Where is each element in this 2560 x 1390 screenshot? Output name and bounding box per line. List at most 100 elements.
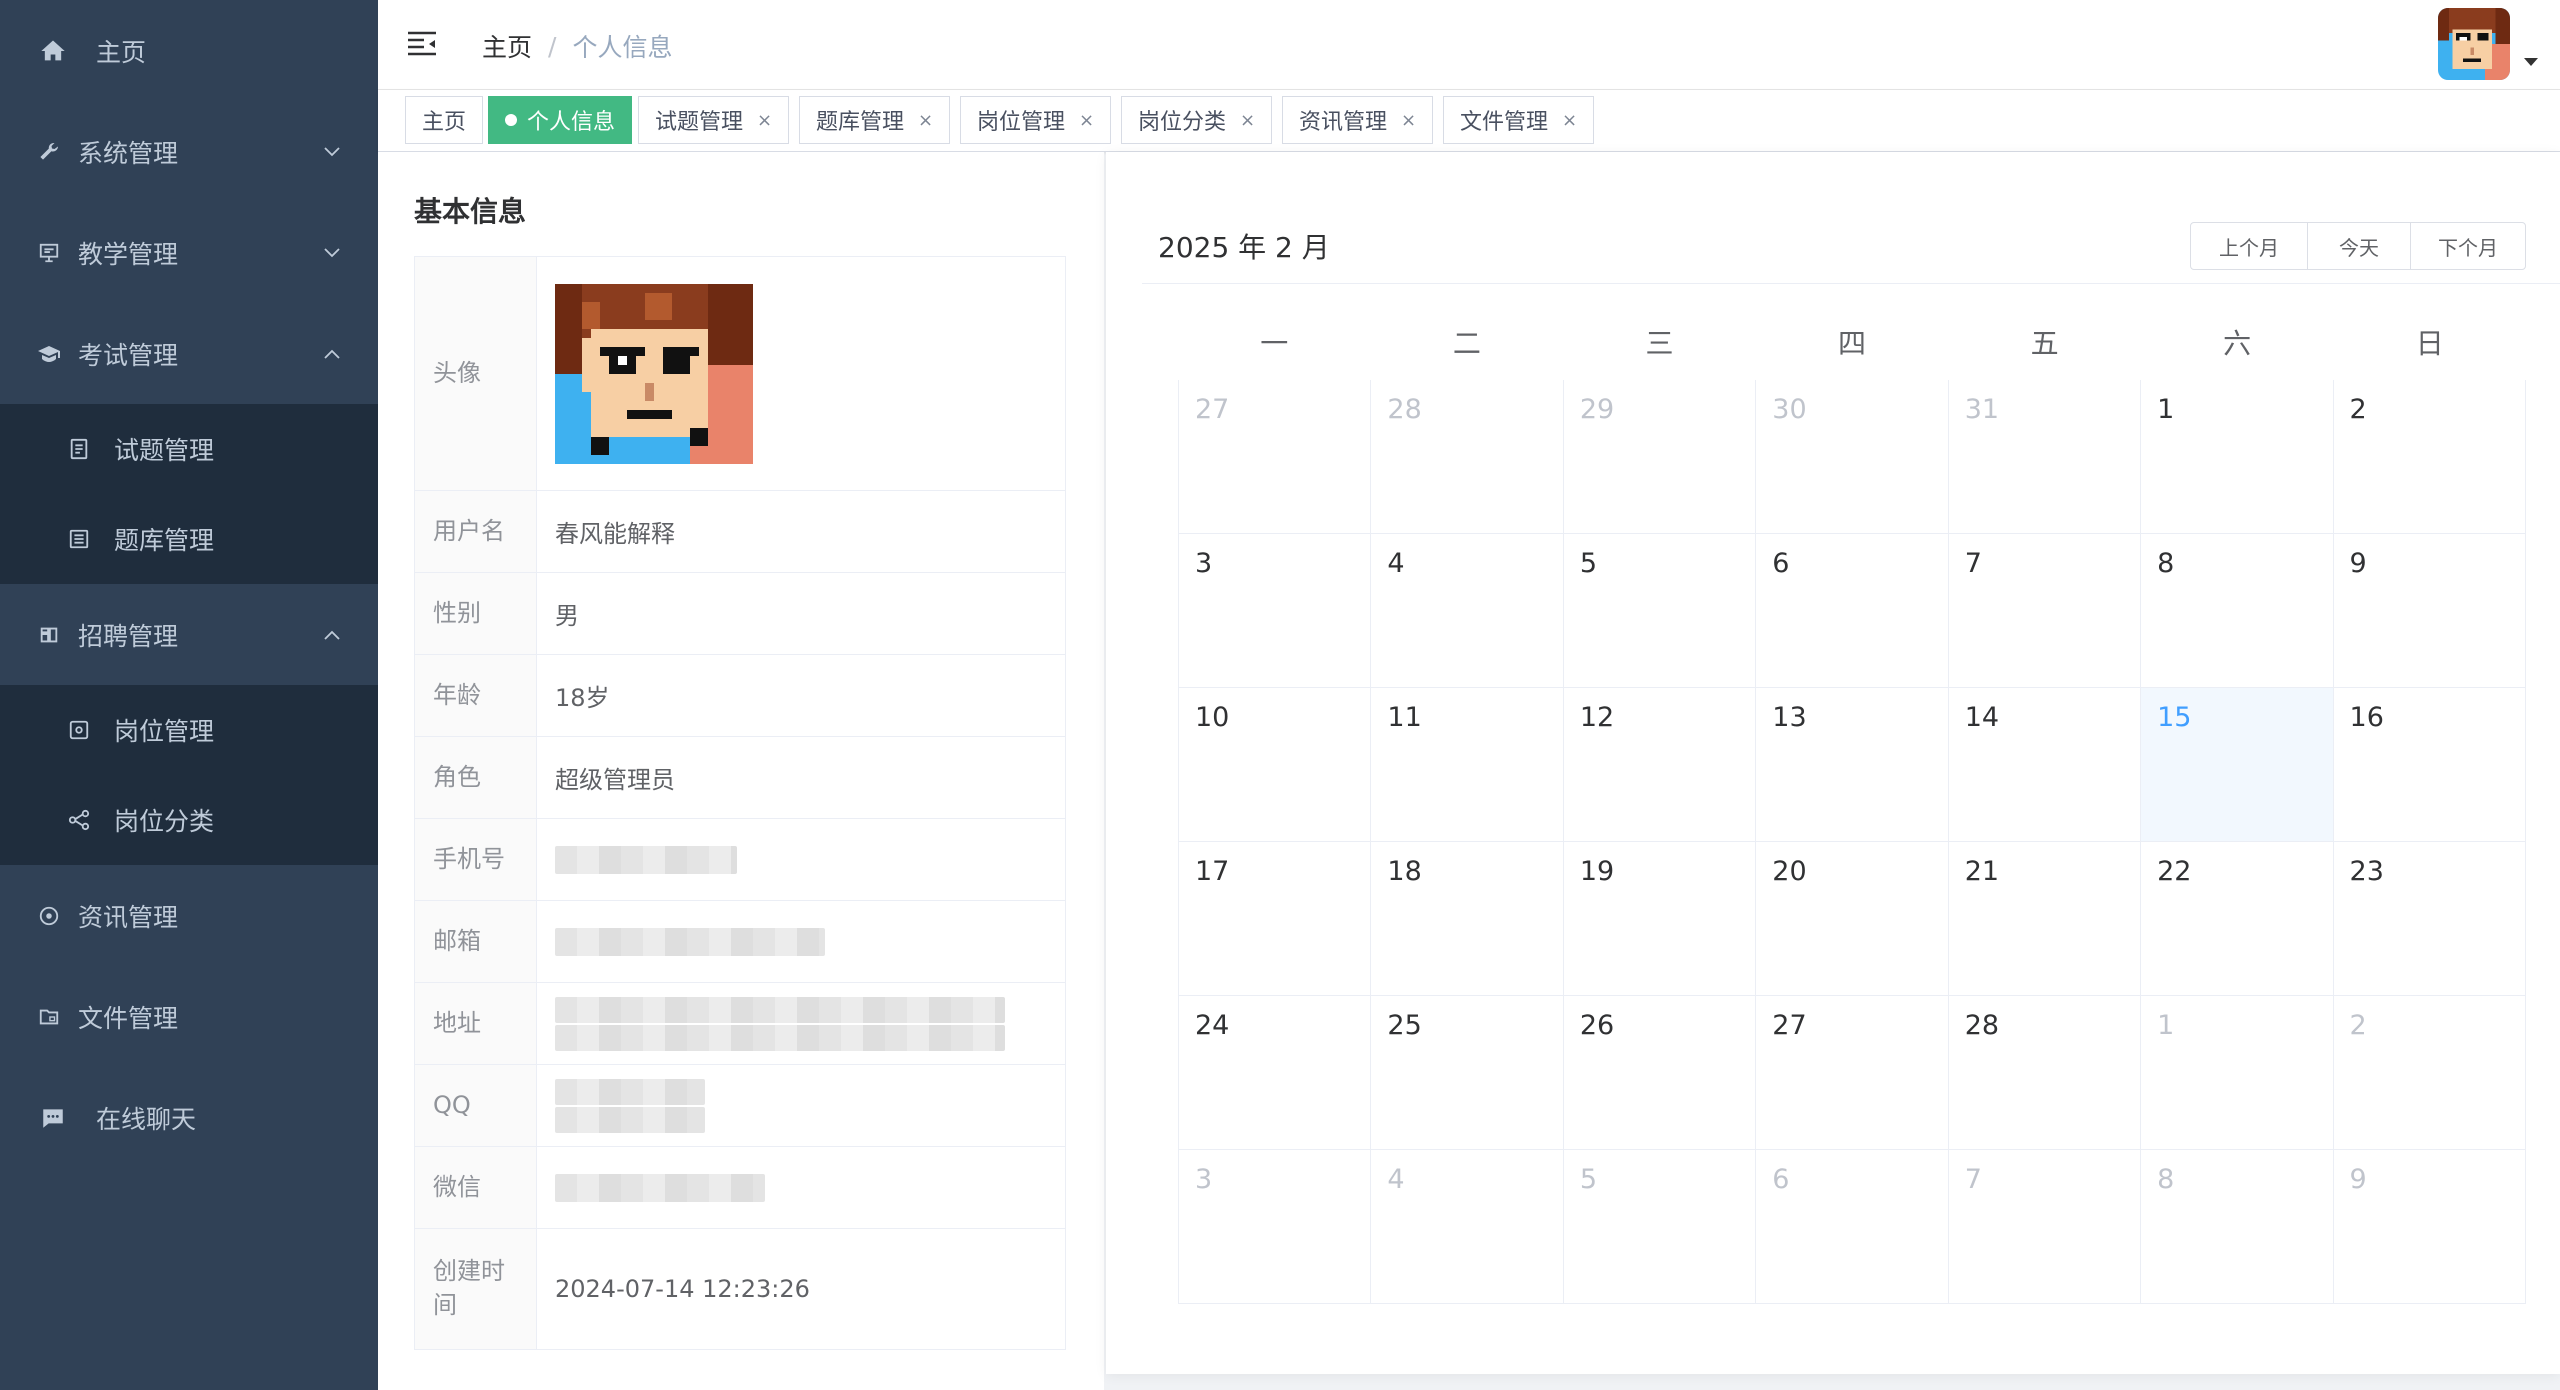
weekday-header: 二	[1452, 327, 1481, 360]
menu-item-chat[interactable]: 在线聊天	[0, 1067, 378, 1168]
calendar-day[interactable]: 6	[1756, 1150, 1949, 1304]
calendar-day[interactable]: 4	[1371, 534, 1564, 688]
calendar-day[interactable]: 3	[1178, 534, 1372, 688]
tag-question-bank[interactable]: 题库管理 ×	[799, 96, 951, 144]
close-icon[interactable]: ×	[1401, 110, 1416, 131]
calendar-day[interactable]: 21	[1948, 842, 2142, 996]
calendar-card: 2025 年 2 月 上个月 今天 下个月 一二三四五六日 27 28 29 30 31…	[1106, 152, 2560, 1374]
calendar-day[interactable]: 17	[1178, 842, 1372, 996]
calendar-day[interactable]: 2	[2333, 380, 2526, 534]
calendar-day[interactable]: 5	[1563, 1150, 1757, 1304]
calendar-day[interactable]: 7	[1948, 1150, 2142, 1304]
menu-item-teaching[interactable]: 教学管理	[0, 202, 378, 303]
calendar-day[interactable]: 2	[2333, 996, 2526, 1150]
sidebar-item-position-management[interactable]: 岗位管理	[0, 685, 378, 775]
calendar-day[interactable]: 19	[1563, 842, 1757, 996]
calendar-day[interactable]: 4	[1371, 1150, 1564, 1304]
calendar-day[interactable]: 31	[1948, 380, 2142, 534]
calendar-day[interactable]: 27	[1178, 380, 1372, 534]
calendar-day[interactable]: 3	[1178, 1150, 1372, 1304]
calendar-day[interactable]: 6	[1756, 534, 1949, 688]
calendar-day[interactable]: 23	[2333, 842, 2526, 996]
today-button[interactable]: 今天	[2307, 222, 2411, 270]
menu-item-recruit[interactable]: 招聘管理	[0, 584, 378, 685]
menu-fold-icon[interactable]	[406, 28, 438, 60]
chevron-down-icon	[322, 142, 342, 162]
sidebar-item-question-management[interactable]: 试题管理	[0, 404, 378, 494]
calendar-day[interactable]: 9	[2333, 534, 2526, 688]
profile-table: 头像 用户名 春风能解释 性别 男 年龄 18岁 角色 超级管理员 手机号 邮箱…	[414, 256, 1066, 1350]
calendar-day[interactable]: 30	[1756, 380, 1949, 534]
menu-item-exam[interactable]: 考试管理	[0, 303, 378, 404]
sidebar-item-question-bank[interactable]: 题库管理	[0, 494, 378, 584]
gender-value: 男	[555, 602, 579, 630]
calendar-day[interactable]: 18	[1371, 842, 1564, 996]
calendar-day[interactable]: 13	[1756, 688, 1949, 842]
calendar-day[interactable]: 11	[1371, 688, 1564, 842]
caret-down-icon[interactable]	[2524, 58, 2538, 66]
calendar-day[interactable]: 8	[2141, 1150, 2334, 1304]
home-icon	[38, 36, 68, 66]
calendar-day[interactable]: 27	[1756, 996, 1949, 1150]
tag-home[interactable]: 主页	[405, 96, 484, 144]
submenu-recruit: 岗位管理 岗位分类	[0, 685, 378, 865]
calendar-day[interactable]: 14	[1948, 688, 2142, 842]
menu-item-files[interactable]: 文件管理	[0, 966, 378, 1067]
profile-row-age: 年龄 18岁	[415, 655, 1065, 737]
calendar-day[interactable]: 26	[1563, 996, 1757, 1150]
tag-position-category[interactable]: 岗位分类 ×	[1121, 96, 1273, 144]
calendar-day[interactable]: 28	[1371, 380, 1564, 534]
profile-avatar	[555, 283, 753, 464]
email-redacted	[555, 927, 825, 956]
tag-question-management[interactable]: 试题管理 ×	[638, 96, 790, 144]
sidebar-item-position-category[interactable]: 岗位分类	[0, 775, 378, 865]
close-icon[interactable]: ×	[1079, 110, 1094, 131]
calendar-day[interactable]: 24	[1178, 996, 1372, 1150]
breadcrumb-home[interactable]: 主页	[482, 28, 532, 64]
weekday-header: 三	[1645, 327, 1674, 360]
chat-icon	[38, 1103, 68, 1133]
menu-item-home[interactable]: 主页	[0, 0, 378, 101]
profile-row-role: 角色 超级管理员	[415, 737, 1065, 819]
calendar-day[interactable]: 12	[1563, 688, 1757, 842]
calendar-day[interactable]: 20	[1756, 842, 1949, 996]
close-icon[interactable]: ×	[1562, 110, 1577, 131]
age-value: 18岁	[555, 684, 610, 712]
calendar-day[interactable]: 1	[2141, 380, 2334, 534]
calendar-day[interactable]: 5	[1563, 534, 1757, 688]
role-value: 超级管理员	[555, 766, 675, 794]
calendar-day[interactable]: 1	[2141, 996, 2334, 1150]
menu-item-news[interactable]: 资讯管理	[0, 865, 378, 966]
calendar-day-today[interactable]: 15	[2141, 688, 2334, 842]
calendar-day[interactable]: 7	[1948, 534, 2142, 688]
graduation-cap-icon	[34, 339, 64, 369]
calendar-day[interactable]: 29	[1563, 380, 1757, 534]
tag-position-management[interactable]: 岗位管理 ×	[960, 96, 1112, 144]
tag-file-management[interactable]: 文件管理 ×	[1443, 96, 1595, 144]
calendar-day[interactable]: 22	[2141, 842, 2334, 996]
profile-row-avatar: 头像	[415, 257, 1065, 491]
sidebar: 主页 系统管理 教学管理 考试管理 试题管理 题库管理 招聘管理 岗位管理 岗位…	[0, 0, 378, 1390]
tag-news-management[interactable]: 资讯管理 ×	[1282, 96, 1434, 144]
close-icon[interactable]: ×	[918, 110, 933, 131]
prev-month-button[interactable]: 上个月	[2190, 222, 2308, 270]
close-icon[interactable]: ×	[757, 110, 772, 131]
menu-item-system[interactable]: 系统管理	[0, 101, 378, 202]
calendar-day[interactable]: 25	[1371, 996, 1564, 1150]
breadcrumb-separator: /	[548, 31, 557, 61]
profile-row-gender: 性别 男	[415, 573, 1065, 655]
calendar-day[interactable]: 9	[2333, 1150, 2526, 1304]
submenu-exam: 试题管理 题库管理	[0, 404, 378, 584]
calendar-day[interactable]: 16	[2333, 688, 2526, 842]
tags-view: 主页 个人信息 试题管理 × 题库管理 × 岗位管理 × 岗位分类 × 资讯管理…	[378, 90, 2560, 152]
tag-profile[interactable]: 个人信息	[488, 96, 633, 144]
board-icon	[34, 238, 64, 268]
calendar-day[interactable]: 8	[2141, 534, 2334, 688]
next-month-button[interactable]: 下个月	[2410, 222, 2526, 270]
weekday-header: 四	[1838, 327, 1867, 360]
close-icon[interactable]: ×	[1240, 110, 1255, 131]
weekday-header: 日	[2415, 327, 2444, 360]
calendar-day[interactable]: 28	[1948, 996, 2142, 1150]
calendar-day[interactable]: 10	[1178, 688, 1372, 842]
user-avatar[interactable]	[2438, 8, 2510, 80]
